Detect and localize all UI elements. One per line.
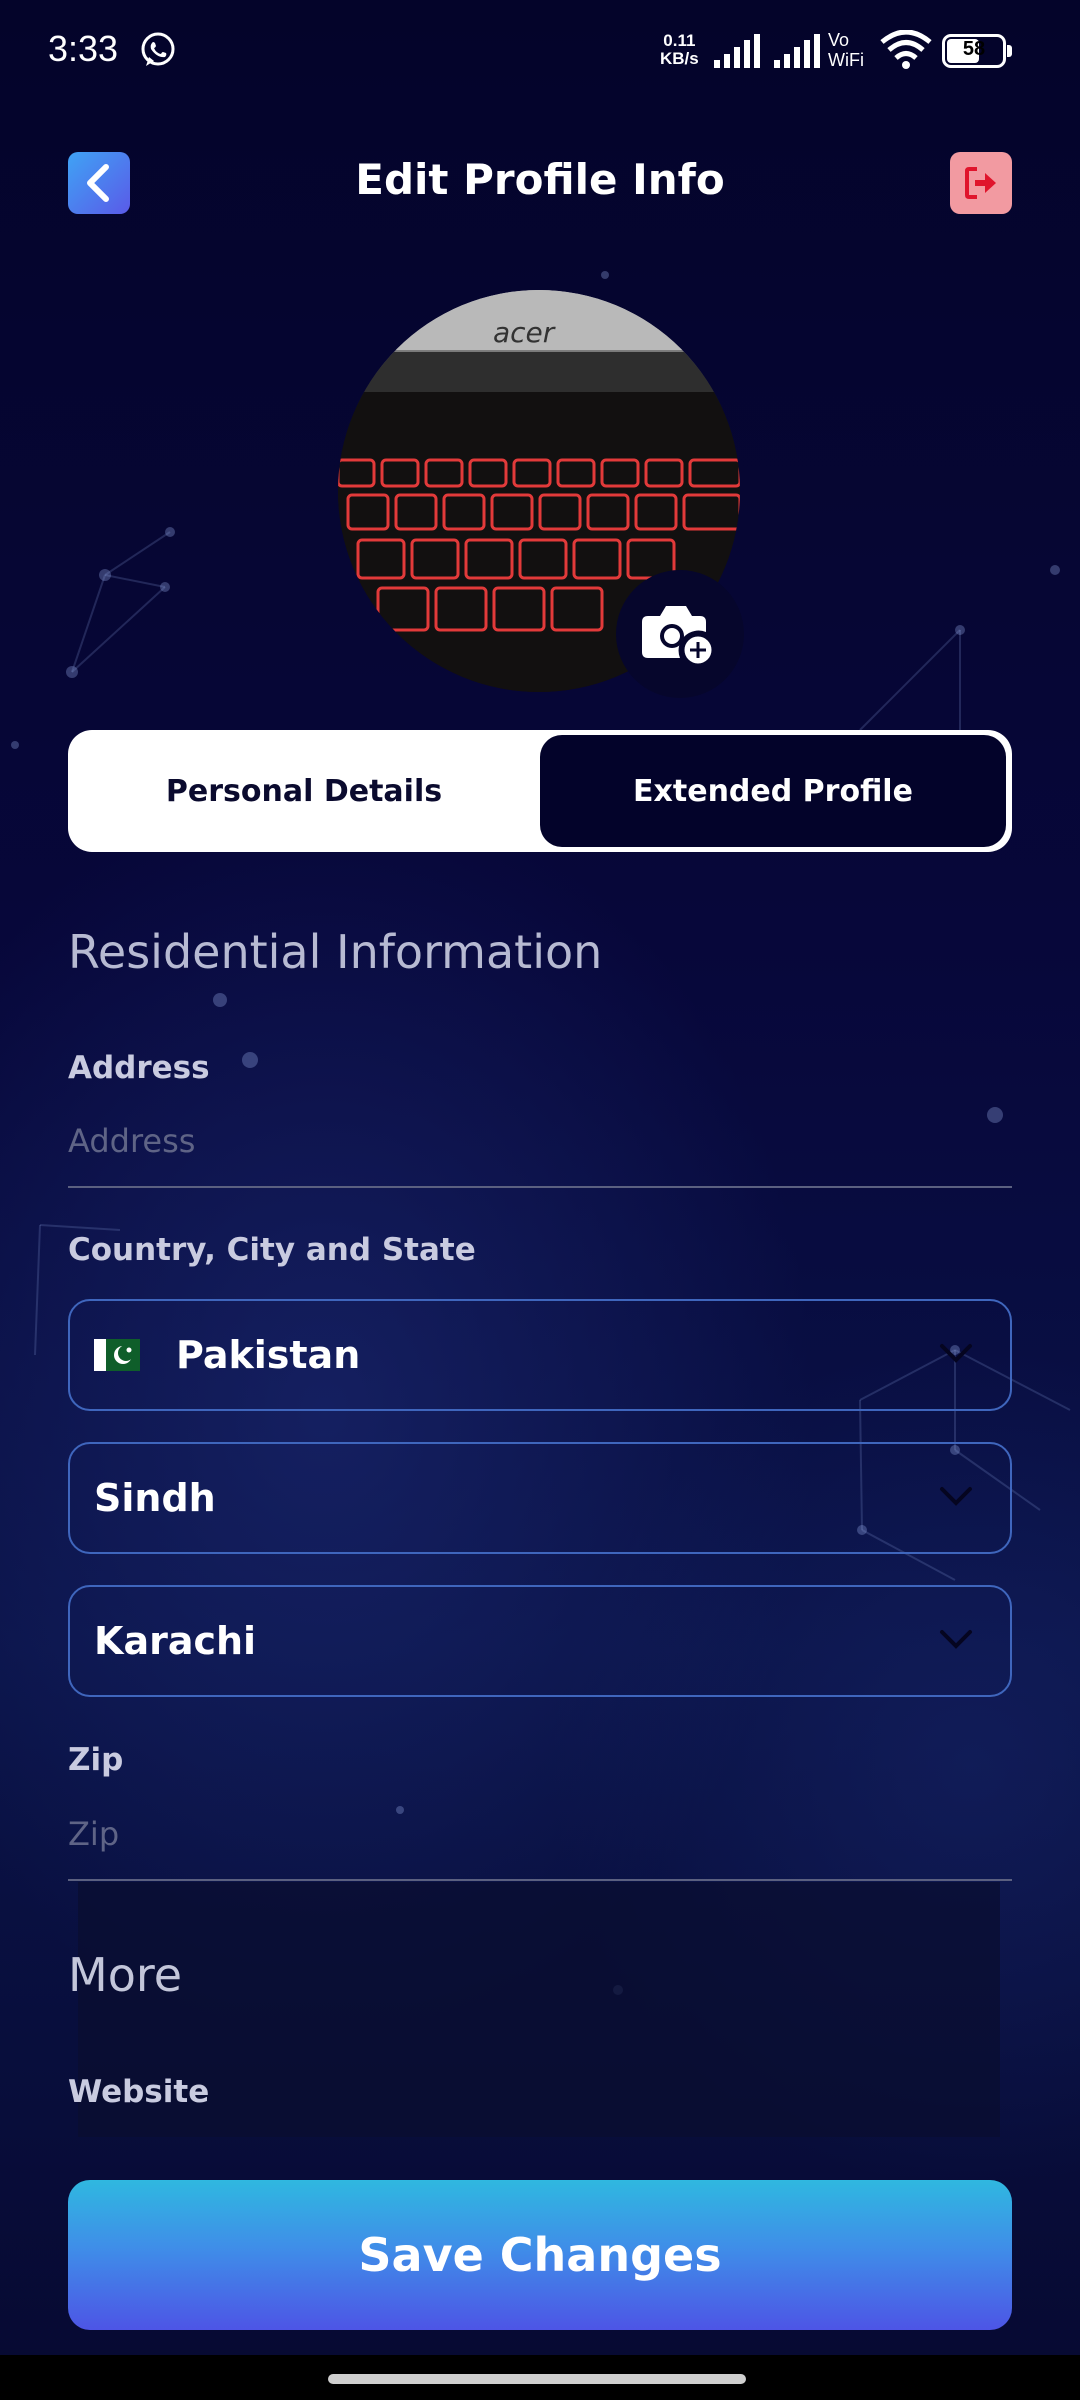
status-time: 3:33: [48, 28, 119, 69]
zip-label: Zip: [68, 1742, 124, 1778]
location-label: Country, City and State: [68, 1232, 476, 1268]
address-label: Address: [68, 1050, 210, 1086]
save-changes-button[interactable]: Save Changes: [68, 2180, 1012, 2330]
more-heading: More: [68, 1948, 183, 2002]
logout-icon: [965, 167, 996, 199]
camera-add-icon: [642, 606, 715, 667]
chevron-down-icon: [940, 1487, 972, 1506]
country-select[interactable]: Pakistan: [68, 1299, 1012, 1411]
more-panel: [78, 1882, 1000, 2137]
residential-heading: Residential Information: [68, 925, 603, 979]
battery-level: 58: [962, 38, 986, 60]
wifi-icon: [880, 30, 932, 69]
profile-tabs: Personal Details Extended Profile: [68, 730, 1012, 852]
city-select[interactable]: Karachi: [68, 1585, 1012, 1697]
signal-icon-2: [774, 34, 820, 68]
address-input[interactable]: Address: [68, 1122, 1012, 1188]
svg-text:acer: acer: [493, 316, 556, 349]
whatsapp-icon: [141, 32, 175, 66]
website-label: Website: [68, 2074, 210, 2110]
zip-input[interactable]: Zip: [68, 1815, 1012, 1881]
battery-icon: 58: [942, 34, 1012, 68]
network-speed: 0.11 KB/s: [660, 31, 699, 68]
city-value: Karachi: [94, 1619, 257, 1663]
tab-extended-profile[interactable]: Extended Profile: [540, 735, 1006, 847]
change-photo-button[interactable]: [616, 570, 744, 698]
country-value: Pakistan: [176, 1333, 361, 1377]
state-select[interactable]: Sindh: [68, 1442, 1012, 1554]
status-bar: 3:33 0.11 KB/s Vo WiFi 58: [0, 0, 1080, 100]
home-indicator[interactable]: [328, 2374, 746, 2384]
state-value: Sindh: [94, 1476, 216, 1520]
pakistan-flag-icon: [94, 1339, 140, 1371]
logout-button[interactable]: [950, 152, 1012, 214]
page-title: Edit Profile Info: [355, 155, 725, 204]
vowifi-indicator: Vo WiFi: [828, 30, 864, 70]
signal-icon: [714, 34, 760, 68]
chevron-down-icon: [940, 1630, 972, 1649]
chevron-down-icon: [940, 1344, 972, 1363]
tab-personal-details[interactable]: Personal Details: [68, 730, 540, 852]
